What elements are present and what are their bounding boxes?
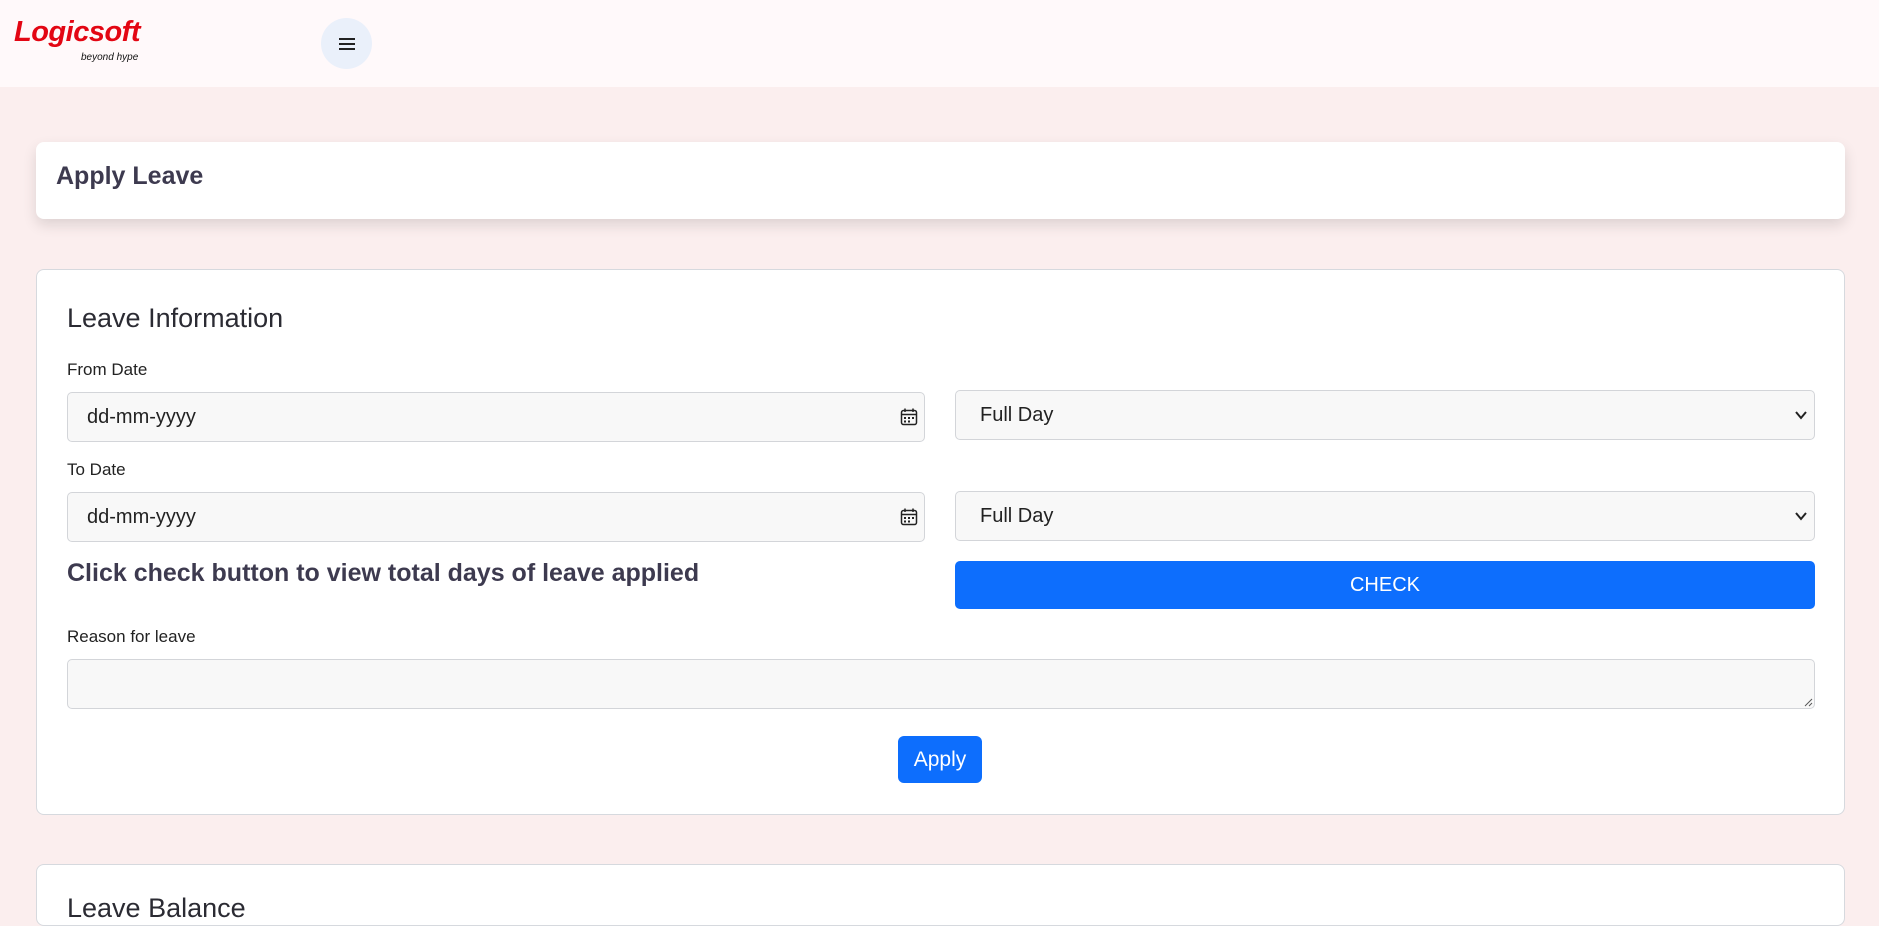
chevron-down-icon [1795, 411, 1807, 420]
apply-button[interactable]: Apply [898, 736, 982, 783]
to-date-duration-select[interactable]: Full Day [955, 491, 1815, 541]
logicsoft-logo[interactable]: Logicsoft beyond hype [14, 18, 144, 66]
to-date-label: To Date [67, 460, 126, 479]
calendar-icon[interactable] [900, 508, 918, 526]
to-date-value: dd-mm-yyyy [87, 506, 196, 528]
page-title-card: Apply Leave [36, 142, 1845, 219]
leave-balance-title: Leave Balance [67, 893, 246, 923]
from-date-input[interactable]: dd-mm-yyyy [67, 392, 925, 442]
to-date-input[interactable]: dd-mm-yyyy [67, 492, 925, 542]
menu-toggle-button[interactable] [321, 18, 372, 69]
page-title: Apply Leave [56, 162, 204, 190]
calendar-icon[interactable] [900, 408, 918, 426]
top-navbar: Logicsoft beyond hype [0, 0, 1879, 87]
hamburger-menu-icon [338, 37, 355, 50]
logo-tagline: beyond hype [81, 52, 139, 63]
from-duration-value: Full Day [980, 404, 1054, 426]
logo-text: Logicsoft [14, 16, 141, 48]
resize-grip-icon[interactable] [1803, 697, 1813, 707]
to-duration-value: Full Day [980, 505, 1054, 527]
reason-label: Reason for leave [67, 627, 196, 646]
check-hint-text: Click check button to view total days of… [67, 559, 700, 587]
check-button[interactable]: CHECK [955, 561, 1815, 609]
from-date-label: From Date [67, 360, 148, 379]
leave-balance-card: Leave Balance [36, 864, 1845, 926]
from-date-duration-select[interactable]: Full Day [955, 390, 1815, 440]
leave-information-title: Leave Information [67, 303, 284, 333]
leave-information-card: Leave Information From Date dd-mm-yyyy F… [36, 269, 1845, 815]
from-date-value: dd-mm-yyyy [87, 406, 196, 428]
reason-textarea[interactable] [67, 659, 1815, 709]
chevron-down-icon [1795, 512, 1807, 521]
